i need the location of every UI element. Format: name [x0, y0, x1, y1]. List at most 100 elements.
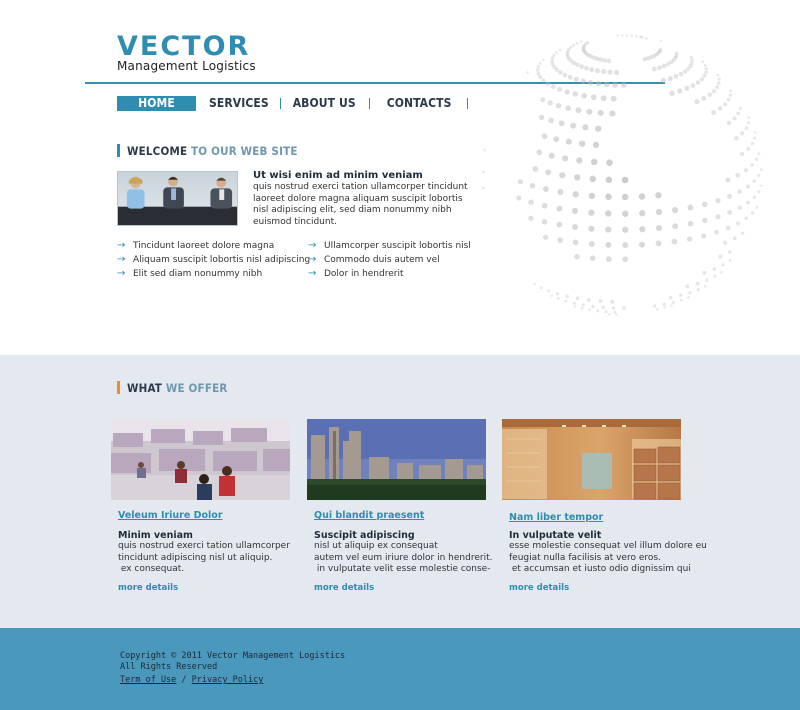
globe-dot	[702, 270, 707, 275]
globe-dot	[545, 81, 551, 86]
card-body: quis nostrud exerci tation ullamcorper t…	[118, 541, 290, 575]
globe-dot	[747, 116, 751, 119]
globe-dot	[611, 306, 616, 310]
globe-dot	[695, 80, 701, 85]
globe-dot	[620, 82, 627, 88]
globe-dot	[616, 34, 619, 37]
footer: Copyright © 2011 Vector Management Logis…	[0, 628, 800, 710]
globe-dot	[603, 81, 610, 88]
globe-dot	[696, 288, 700, 292]
globe-dot	[589, 255, 596, 262]
globe-dot	[734, 136, 739, 141]
terms-of-use-link[interactable]: Term of Use	[120, 675, 176, 685]
nav-contacts[interactable]: CONTACTS	[387, 96, 452, 111]
offer-card: Qui blandit praesent Suscipit adipiscing…	[307, 419, 492, 593]
nav-about-us[interactable]: ABOUT US	[293, 96, 356, 111]
globe-dot	[555, 292, 560, 296]
globe-dot	[678, 71, 684, 77]
nav-services[interactable]: SERVICES	[209, 96, 269, 111]
card-title-link[interactable]: Veleum Iriure Dolor	[118, 510, 290, 521]
globe-dot	[558, 70, 563, 75]
globe-dot	[536, 65, 540, 69]
globe-dot	[639, 210, 646, 217]
globe-dot	[759, 168, 763, 172]
globe-dot	[740, 131, 745, 136]
globe-dot	[746, 121, 751, 125]
logo[interactable]: VECTOR Management Logistics	[117, 33, 256, 73]
globe-dot	[690, 58, 694, 62]
globe-dot	[653, 304, 657, 308]
welcome-title-blue: TO OUR WEB SITE	[191, 144, 298, 158]
globe-dot	[704, 284, 707, 288]
globe-dot	[590, 158, 598, 166]
globe-dot	[550, 84, 556, 90]
globe-dot	[565, 138, 572, 145]
globe-dot	[571, 207, 579, 214]
offer-card: Nam liber tempor In vulputate velit esse…	[502, 419, 707, 593]
globe-dot	[574, 174, 581, 181]
feature-list-right: → Ullamcorper suscipit lobortis nisl → Com…	[308, 239, 471, 281]
globe-dot	[720, 270, 723, 274]
footer-copyright-block: Copyright © 2011 Vector Management Logis…	[120, 651, 345, 673]
offer-card: Veleum Iriure Dolor Minim veniam quis no…	[111, 419, 290, 593]
globe-dot	[744, 126, 749, 130]
globe-dot	[726, 120, 732, 126]
office-cubicles-photo[interactable]	[111, 419, 290, 500]
team-photo	[117, 171, 238, 226]
globe-dot	[579, 64, 584, 69]
globe-dot	[605, 226, 612, 233]
globe-dot	[592, 141, 600, 149]
card-title-link[interactable]: Qui blandit praesent	[314, 510, 486, 521]
arrow-right-icon: →	[308, 254, 317, 265]
globe-dot	[575, 296, 580, 301]
privacy-policy-link[interactable]: Privacy Policy	[192, 675, 264, 685]
globe-dot	[634, 35, 638, 38]
globe-dot	[556, 221, 563, 228]
globe-dot	[556, 297, 560, 300]
more-details-link[interactable]: more details	[314, 583, 486, 593]
globe-dot	[604, 310, 608, 314]
globe-dot	[580, 306, 584, 310]
globe-dot	[538, 75, 543, 80]
globe-dot	[588, 308, 592, 312]
nav-home[interactable]: HOME	[117, 96, 196, 111]
globe-dot	[622, 242, 629, 249]
card-title-link[interactable]: Nam liber tempor	[509, 512, 681, 523]
globe-dot	[539, 286, 543, 290]
globe-dot	[707, 92, 712, 98]
globe-dot	[622, 210, 629, 217]
globe-dot	[595, 125, 602, 132]
globe-dot	[481, 186, 485, 190]
globe-dot	[638, 193, 646, 200]
globe-dot	[550, 294, 553, 297]
globe-dot	[671, 300, 675, 304]
globe-dot	[562, 72, 568, 78]
globe-dot	[673, 73, 679, 79]
more-details-link[interactable]: more details	[509, 583, 681, 593]
offer-title-dark: WHAT	[127, 381, 163, 395]
globe-dot	[621, 176, 629, 184]
globe-dot	[594, 68, 601, 74]
rights-text: All Rights Reserved	[120, 662, 218, 672]
globe-dot	[558, 48, 562, 52]
globe-dot	[572, 301, 576, 305]
globe-dot	[572, 239, 579, 246]
globe-dot	[596, 309, 600, 313]
globe-dot	[605, 256, 612, 262]
warehouse-photo[interactable]	[502, 419, 681, 500]
globe-dot	[529, 182, 536, 189]
globe-dot	[715, 85, 720, 90]
globe-dot	[663, 306, 667, 309]
nav-separator	[466, 98, 468, 109]
card-body: nisl ut aliquip ex consequat autem vel e…	[314, 541, 493, 575]
globe-dot	[581, 92, 588, 99]
globe-dot	[750, 163, 755, 167]
globe-dot	[559, 172, 566, 179]
globe-dot	[533, 282, 537, 286]
globe-dot	[482, 170, 485, 174]
welcome-title-dark: WELCOME	[127, 144, 188, 158]
city-skyline-photo[interactable]	[307, 419, 486, 500]
globe-dot	[717, 77, 721, 81]
card-body: esse molestie consequat vel illum dolore…	[509, 541, 707, 575]
more-details-link[interactable]: more details	[118, 583, 290, 593]
